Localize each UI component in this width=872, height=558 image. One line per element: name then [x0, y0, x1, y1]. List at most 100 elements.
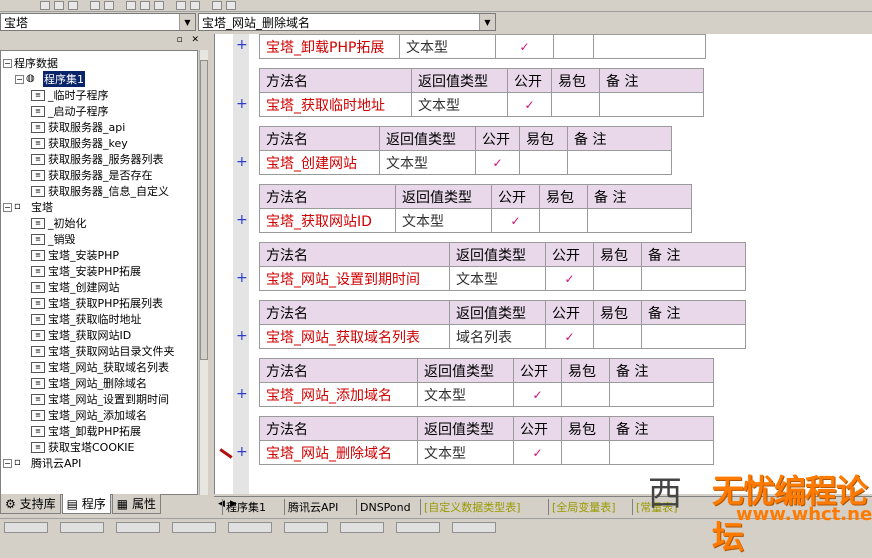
note-cell[interactable]	[641, 266, 746, 291]
table-row[interactable]: 宝塔_获取网站ID 文本型 ✓	[259, 208, 692, 233]
table-row[interactable]: 宝塔_网站_获取域名列表 域名列表 ✓	[259, 324, 746, 349]
toolbar-button[interactable]	[126, 1, 136, 10]
tree-item-method[interactable]: ≡ 宝塔_安装PHP拓展	[31, 263, 141, 279]
tree-item-method[interactable]: ≡ 获取服务器_信息_自定义	[31, 183, 169, 199]
code-editor[interactable]: 宝塔_卸载PHP拓展 文本型 ✓ + 方法名 返回值类型 公开 易包备 注宝塔_获取临时地址文…	[214, 34, 872, 494]
tab-global-vars[interactable]: [全局变量表]	[548, 499, 619, 515]
method-name-cell[interactable]: 宝塔_创建网站	[259, 150, 380, 175]
note-cell[interactable]	[593, 34, 706, 59]
note-cell[interactable]	[641, 324, 746, 349]
method-name-cell[interactable]: 宝塔_卸载PHP拓展	[259, 34, 400, 59]
toolbar-button[interactable]	[90, 1, 100, 10]
public-check-cell[interactable]: ✓	[513, 440, 562, 465]
table-row[interactable]: 宝塔_卸载PHP拓展 文本型 ✓	[259, 34, 706, 59]
method-name-cell[interactable]: 宝塔_网站_设置到期时间	[259, 266, 450, 291]
toolbar-button[interactable]	[154, 1, 164, 10]
tree-item-method[interactable]: ≡ 宝塔_卸载PHP拓展	[31, 423, 141, 439]
easy-pack-cell[interactable]	[519, 150, 568, 175]
toolbar-button[interactable]	[104, 1, 114, 10]
collapse-icon[interactable]: −	[3, 58, 12, 68]
tree-item-method[interactable]: ≡ 宝塔_网站_删除域名	[31, 375, 147, 391]
note-cell[interactable]	[609, 440, 714, 465]
tree-item-method[interactable]: ≡ 获取宝塔COOKIE	[31, 439, 134, 455]
easy-pack-cell[interactable]	[551, 92, 600, 117]
table-row[interactable]: 宝塔_网站_设置到期时间 文本型 ✓	[259, 266, 746, 291]
method-name-cell[interactable]: 宝塔_网站_添加域名	[259, 382, 418, 407]
tree-item-method[interactable]: ≡ 宝塔_网站_设置到期时间	[31, 391, 169, 407]
tree-item-assembly[interactable]: − ◍ 程序集1	[15, 71, 85, 87]
public-check-cell[interactable]: ✓	[545, 266, 594, 291]
tab-dnspond[interactable]: DNSPond	[356, 499, 414, 515]
tab-custom-types[interactable]: [自定义数据类型表]	[420, 499, 524, 515]
tab-properties[interactable]: ▦ 属性	[111, 494, 161, 514]
toolbar-button[interactable]	[226, 1, 236, 10]
return-type-cell[interactable]: 文本型	[399, 34, 496, 59]
note-cell[interactable]	[567, 150, 672, 175]
tree-item-method[interactable]: ≡ _初始化	[31, 215, 87, 231]
tree-item-method[interactable]: ≡ 获取服务器_key	[31, 135, 128, 151]
return-type-cell[interactable]: 域名列表	[449, 324, 546, 349]
table-row[interactable]: 宝塔_获取临时地址 文本型 ✓	[259, 92, 704, 117]
table-row[interactable]: 宝塔_创建网站 文本型 ✓	[259, 150, 672, 175]
easy-pack-cell[interactable]	[561, 440, 610, 465]
tree-item-method[interactable]: ≡ 宝塔_获取网站目录文件夹	[31, 343, 175, 359]
return-type-cell[interactable]: 文本型	[417, 440, 514, 465]
tab-support-library[interactable]: ⚙ 支持库	[0, 494, 61, 514]
easy-pack-cell[interactable]	[561, 382, 610, 407]
chevron-down-icon[interactable]: ▼	[479, 14, 495, 30]
tab-assembly1[interactable]: 程序集1	[222, 499, 269, 515]
note-cell[interactable]	[609, 382, 714, 407]
expand-icon[interactable]: +	[236, 386, 248, 402]
scroll-thumb[interactable]	[200, 60, 208, 360]
tree-root[interactable]: − 程序数据	[3, 55, 58, 71]
expand-icon[interactable]: +	[236, 270, 248, 286]
tree-item-class[interactable]: − ▫ 宝塔	[3, 199, 53, 215]
note-cell[interactable]	[587, 208, 692, 233]
collapse-icon[interactable]: −	[3, 202, 12, 212]
tree-item-method[interactable]: ≡ _临时子程序	[31, 87, 109, 103]
table-row[interactable]: 宝塔_网站_删除域名 文本型 ✓	[259, 440, 714, 465]
chevron-down-icon[interactable]: ▼	[179, 14, 195, 30]
tab-program[interactable]: ▤ 程序	[61, 494, 111, 514]
toolbar-button[interactable]	[54, 1, 64, 10]
toolbar-button[interactable]	[190, 1, 200, 10]
tree-item-method[interactable]: ≡ 获取服务器_服务器列表	[31, 151, 164, 167]
tree-item-method[interactable]: ≡ 宝塔_获取临时地址	[31, 311, 142, 327]
method-name-cell[interactable]: 宝塔_获取网站ID	[259, 208, 396, 233]
return-type-cell[interactable]: 文本型	[417, 382, 514, 407]
public-check-cell[interactable]: ✓	[513, 382, 562, 407]
method-name-cell[interactable]: 宝塔_获取临时地址	[259, 92, 412, 117]
easy-pack-cell[interactable]	[593, 266, 642, 291]
tree-item-method[interactable]: ≡ 宝塔_获取PHP拓展列表	[31, 295, 163, 311]
public-check-cell[interactable]: ✓	[507, 92, 552, 117]
panel-window-buttons[interactable]: ▫ ✕	[176, 35, 202, 45]
tree-item-method[interactable]: ≡ 宝塔_安装PHP	[31, 247, 119, 263]
method-combo[interactable]: 宝塔_网站_删除域名 ▼	[198, 13, 496, 31]
method-name-cell[interactable]: 宝塔_网站_获取域名列表	[259, 324, 450, 349]
table-row[interactable]: 宝塔_网站_添加域名 文本型 ✓	[259, 382, 714, 407]
tree-item-method[interactable]: ≡ 宝塔_网站_添加域名	[31, 407, 147, 423]
tab-tencent-api[interactable]: 腾讯云API	[284, 499, 341, 515]
expand-icon[interactable]: +	[236, 37, 248, 53]
method-name-cell[interactable]: 宝塔_网站_删除域名	[259, 440, 418, 465]
easy-pack-cell[interactable]	[539, 208, 588, 233]
public-check-cell[interactable]: ✓	[495, 34, 554, 59]
tree-item-method[interactable]: ≡ 获取服务器_api	[31, 119, 125, 135]
tree-item-method[interactable]: ≡ 宝塔_创建网站	[31, 279, 120, 295]
class-combo[interactable]: 宝塔 ▼	[0, 13, 196, 31]
tree-item-method[interactable]: ≡ 宝塔_网站_获取域名列表	[31, 359, 169, 375]
tree-item-method[interactable]: ≡ _启动子程序	[31, 103, 109, 119]
tree-item-class[interactable]: − ▫ 腾讯云API	[3, 455, 81, 471]
expand-icon[interactable]: +	[236, 96, 248, 112]
tree-item-method[interactable]: ≡ _销毁	[31, 231, 76, 247]
easy-pack-cell[interactable]	[593, 324, 642, 349]
public-check-cell[interactable]: ✓	[475, 150, 520, 175]
return-type-cell[interactable]: 文本型	[411, 92, 508, 117]
easy-pack-cell[interactable]	[553, 34, 594, 59]
expand-icon[interactable]: +	[236, 212, 248, 228]
collapse-icon[interactable]: −	[15, 74, 24, 84]
return-type-cell[interactable]: 文本型	[395, 208, 492, 233]
expand-icon[interactable]: +	[236, 154, 248, 170]
expand-icon[interactable]: +	[236, 444, 248, 460]
return-type-cell[interactable]: 文本型	[449, 266, 546, 291]
